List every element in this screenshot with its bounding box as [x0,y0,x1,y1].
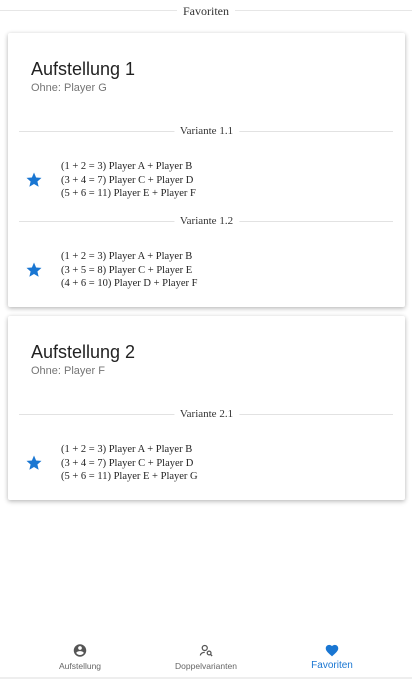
nav-item-favoriten[interactable]: Favoriten [272,636,392,676]
bottom-divider [0,677,412,679]
nav-item-doppelvarianten[interactable]: Doppelvarianten [146,636,266,676]
pairing-line: (1 + 2 = 3) Player A + Player B [61,161,193,172]
card-subtitle: Ohne: Player F [31,365,105,377]
favorite-star-icon[interactable] [25,261,43,279]
heart-icon [325,643,340,658]
pairing-line: (3 + 5 = 8) Player C + Player E [61,264,193,276]
pairing-line: (5 + 6 = 11) Player E + Player F [61,188,196,199]
pairing-line: (5 + 6 = 11) Player E + Player G [61,471,198,482]
lineup-card: Aufstellung 1 Ohne: Player G Variante 1.… [8,33,405,307]
nav-label: Favoriten [311,660,353,671]
pairing-line: (4 + 6 = 10) Player D + Player F [61,278,198,289]
account-circle-icon [73,643,88,658]
card-title: Aufstellung 2 [31,342,136,362]
card-subtitle: Ohne: Player G [31,82,107,94]
variant-label: Variante 1.2 [173,215,240,227]
variant-pairings: (1 + 2 = 3) Player A + Player B (3 + 4 =… [61,443,198,484]
pairing-line: (1 + 2 = 3) Player A + Player B [61,251,193,262]
lineup-card: Aufstellung 2 Ohne: Player F Variante 2.… [8,316,405,500]
page-title: Favoriten [177,4,235,19]
nav-label: Doppelvarianten [175,661,237,671]
pairing-line: (1 + 2 = 3) Player A + Player B [61,444,193,455]
nav-label: Aufstellung [58,661,102,671]
pairing-line: (3 + 4 = 7) Player C + Player D [61,457,194,469]
nav-item-aufstellung[interactable]: Aufstellung [20,636,140,676]
favorite-star-icon[interactable] [25,171,43,189]
bottom-navigation: Aufstellung Doppelvarianten Favoriten [0,636,412,680]
variant-pairings: (1 + 2 = 3) Player A + Player B (3 + 4 =… [61,160,196,201]
variant-pairings: (1 + 2 = 3) Player A + Player B (3 + 5 =… [61,250,197,291]
pairing-line: (3 + 4 = 7) Player C + Player D [61,174,194,186]
person-search-icon [199,643,214,658]
variant-label: Variante 2.1 [173,408,240,420]
variant-label: Variante 1.1 [173,125,240,137]
card-title: Aufstellung 1 [31,59,136,79]
favorite-star-icon[interactable] [25,454,43,472]
